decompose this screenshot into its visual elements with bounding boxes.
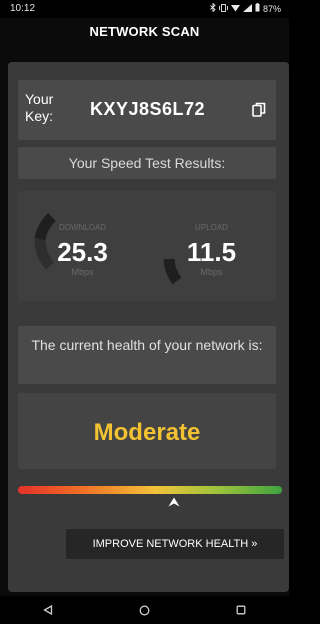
copy-icon[interactable]: [252, 102, 266, 118]
upload-title: UPLOAD: [195, 223, 228, 232]
health-prompt-panel: The current health of your network is:: [18, 326, 276, 384]
improve-network-health-button[interactable]: IMPROVE NETWORK HEALTH »: [66, 529, 284, 559]
system-nav-bar: [0, 596, 289, 624]
upload-value: 11.5: [186, 237, 237, 267]
results-title: Your Speed Test Results:: [68, 155, 226, 171]
download-gauge: DOWNLOAD 25.3 Mbps: [18, 191, 147, 301]
key-panel: Your Key: KXYJ8S6L72: [18, 80, 276, 140]
health-status-panel: Moderate: [18, 393, 276, 469]
upload-gauge: UPLOAD 11.5 Mbps: [147, 191, 276, 301]
health-status: Moderate: [93, 419, 201, 446]
page-title: NETWORK SCAN: [0, 18, 289, 46]
results-header: Your Speed Test Results:: [18, 147, 276, 179]
download-value: 25.3: [57, 237, 108, 267]
download-unit: Mbps: [71, 267, 94, 277]
home-circle-icon[interactable]: [137, 603, 151, 617]
signal-icon: [242, 3, 252, 14]
key-label: Your Key:: [25, 91, 54, 124]
download-title: DOWNLOAD: [58, 223, 107, 232]
vibrate-icon: [219, 3, 228, 14]
recents-square-icon[interactable]: [234, 603, 248, 617]
upload-unit: Mbps: [200, 267, 223, 277]
bluetooth-icon: [210, 2, 216, 14]
back-triangle-icon[interactable]: [41, 603, 55, 617]
status-bar: 10:12 87%: [0, 0, 289, 18]
status-icons: 87%: [210, 2, 281, 14]
battery-percent: 87%: [262, 3, 281, 14]
wifi-icon: [230, 4, 240, 14]
key-value: KXYJ8S6L72: [90, 99, 206, 119]
health-prompt: The current health of your network is:: [31, 337, 263, 353]
health-gradient-bar: [18, 486, 282, 494]
network-scan-card: Your Key: KXYJ8S6L72 Your Speed Test Res…: [8, 62, 289, 592]
speed-gauges: DOWNLOAD 25.3 Mbps UPLOAD 11.5 Mbps: [18, 191, 276, 301]
phone-screen: 10:12 87% NETWORK SCAN Your Key: KXYJ8S6…: [0, 0, 289, 624]
status-time: 10:12: [10, 3, 36, 14]
battery-icon: [255, 3, 260, 14]
